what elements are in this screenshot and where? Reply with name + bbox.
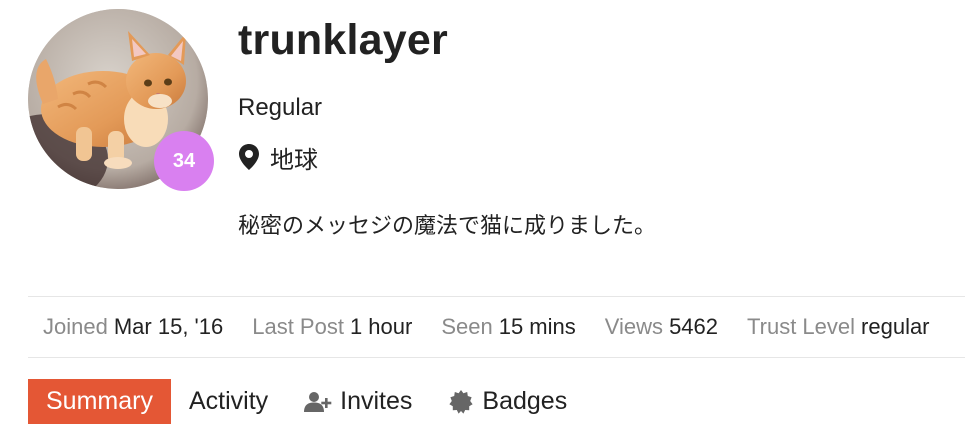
stat-label: Trust Level: [747, 314, 856, 339]
tab-label: Summary: [46, 387, 153, 415]
user-profile-page: 34 trunklayer Regular 地球 秘密のメッセジの魔法で猫に成り…: [0, 0, 965, 443]
user-level-badge: 34: [154, 131, 214, 191]
stat-value: regular: [861, 314, 930, 339]
stat-label: Last Post: [252, 314, 344, 339]
badge-certificate-icon: [448, 389, 474, 415]
user-bio: 秘密のメッセジの魔法で猫に成りました。: [238, 213, 657, 238]
stat-trust-level: Trust Level regular: [747, 314, 930, 340]
map-marker-icon: [238, 143, 260, 171]
user-stats-bar: Joined Mar 15, '16 Last Post 1 hour Seen 15…: [28, 296, 965, 358]
username: trunklayer: [238, 16, 448, 64]
user-location-text: 地球: [270, 146, 318, 174]
tab-badges[interactable]: Badges: [430, 379, 585, 424]
stat-label: Seen: [441, 314, 493, 339]
stat-last-post: Last Post 1 hour: [252, 314, 412, 340]
stat-value: Mar 15, '16: [113, 314, 224, 339]
stat-label: Joined: [43, 314, 108, 339]
user-plus-icon: [304, 391, 332, 413]
stat-views: Views 5462: [605, 314, 718, 340]
tab-activity[interactable]: Activity: [171, 379, 286, 424]
tab-label: Badges: [482, 387, 568, 415]
stat-value[interactable]: 1 hour: [350, 314, 412, 339]
stat-label: Views: [604, 314, 664, 339]
tab-label: Invites: [340, 387, 413, 415]
profile-nav-tabs: Summary Activity Invites Badges: [28, 379, 585, 424]
tab-summary[interactable]: Summary: [28, 379, 171, 424]
tab-label: Activity: [188, 387, 269, 415]
user-location: 地球: [238, 141, 318, 174]
stat-joined: Joined Mar 15, '16: [43, 314, 223, 340]
tab-invites[interactable]: Invites: [286, 379, 430, 424]
stat-value: 15 mins: [498, 314, 576, 339]
avatar-container: 34: [28, 9, 214, 191]
user-title: Regular: [238, 94, 323, 121]
stat-seen: Seen 15 mins: [441, 314, 575, 340]
stat-value: 5462: [669, 314, 719, 339]
